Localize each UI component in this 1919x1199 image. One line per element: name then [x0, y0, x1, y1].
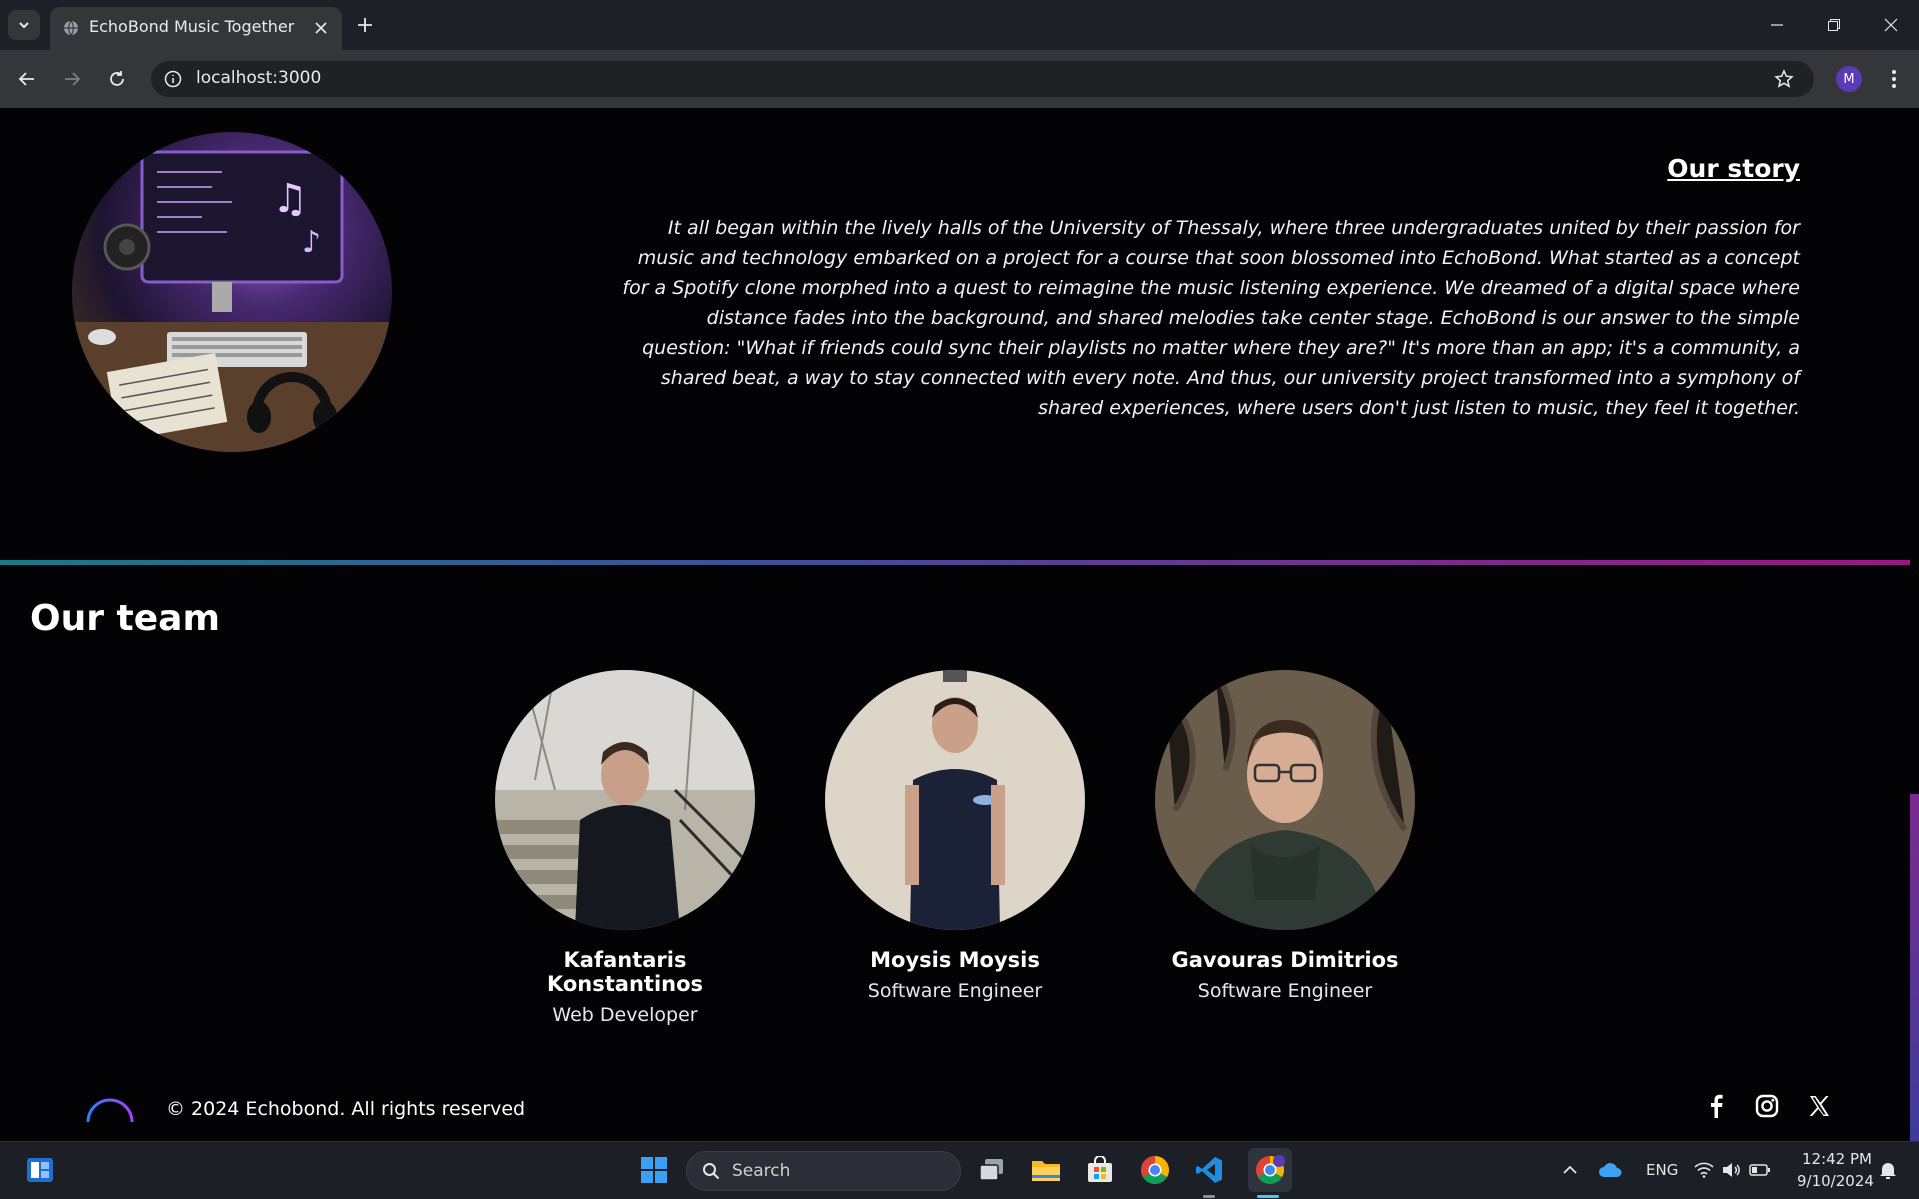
member-name: Moysis Moysis: [870, 948, 1040, 972]
chevron-up-icon[interactable]: [1555, 1152, 1585, 1188]
volume-icon[interactable]: [1718, 1152, 1744, 1188]
member-role: Software Engineer: [1197, 980, 1373, 1002]
browser-tab-bar: EchoBond Music Together: [0, 0, 1919, 50]
page-content: ♫ ♪ Our story It all began within the li…: [0, 108, 1919, 1141]
team-member-card: Gavouras Dimitrios Software Engineer: [1154, 670, 1416, 1002]
member-photo: [495, 670, 755, 930]
search-icon: [701, 1161, 721, 1181]
browser-menu-icon[interactable]: [1882, 64, 1906, 94]
address-bar[interactable]: localhost:3000: [151, 61, 1814, 97]
chrome-profile-icon[interactable]: [1248, 1148, 1292, 1192]
language-indicator[interactable]: ENG: [1646, 1161, 1678, 1179]
scrollbar-thumb[interactable]: [1910, 794, 1919, 1141]
profile-avatar[interactable]: M: [1836, 66, 1862, 92]
member-name: Gavouras Dimitrios: [1171, 948, 1399, 972]
running-indicator: [1203, 1195, 1215, 1198]
site-info-icon[interactable]: [163, 69, 183, 89]
minimize-icon[interactable]: [1762, 10, 1792, 40]
member-role: Web Developer: [552, 1004, 698, 1026]
member-name: Kafantaris Konstantinos: [546, 948, 704, 996]
member-photo: [1155, 670, 1415, 930]
close-tab-icon[interactable]: [312, 19, 330, 37]
reload-icon[interactable]: [102, 64, 132, 94]
battery-icon[interactable]: [1746, 1152, 1774, 1188]
restore-icon[interactable]: [1819, 10, 1849, 40]
story-title: Our story: [1667, 154, 1800, 183]
forward-icon[interactable]: [57, 64, 87, 94]
close-window-icon[interactable]: [1876, 10, 1906, 40]
clock-date[interactable]: 9/10/2024: [1797, 1172, 1874, 1190]
team-member-card: Moysis Moysis Software Engineer: [824, 670, 1086, 1002]
windows-taskbar: Search ENG 12:42 PM 9/10/2024: [0, 1141, 1919, 1199]
bookmark-star-icon[interactable]: [1773, 68, 1795, 90]
active-indicator: [1257, 1195, 1279, 1198]
url-text: localhost:3000: [196, 68, 322, 88]
microsoft-store-icon[interactable]: [1082, 1152, 1118, 1188]
footer: © 2024 Echobond. All rights reserved: [0, 1076, 1919, 1141]
story-image: ♫ ♪: [72, 132, 392, 452]
x-icon[interactable]: [1803, 1090, 1835, 1122]
team-title: Our team: [30, 598, 220, 639]
echobond-logo[interactable]: [80, 1086, 140, 1138]
task-view-icon[interactable]: [974, 1152, 1010, 1188]
start-icon[interactable]: [636, 1152, 672, 1188]
wifi-icon[interactable]: [1690, 1152, 1718, 1188]
tab-title: EchoBond Music Together: [89, 17, 295, 36]
vscode-icon[interactable]: [1191, 1152, 1227, 1188]
member-role: Software Engineer: [867, 980, 1043, 1002]
tab-search-icon[interactable]: [8, 10, 40, 40]
instagram-icon[interactable]: [1751, 1090, 1783, 1122]
search-label: Search: [732, 1161, 791, 1181]
onedrive-icon[interactable]: [1595, 1152, 1625, 1188]
taskbar-search[interactable]: Search: [686, 1151, 961, 1191]
team-member-card: Kafantaris Konstantinos Web Developer: [494, 670, 756, 1026]
clock-time[interactable]: 12:42 PM: [1802, 1150, 1872, 1168]
member-photo: [825, 670, 1085, 930]
facebook-icon[interactable]: [1700, 1090, 1732, 1122]
story-text: It all began within the lively halls of …: [622, 217, 1800, 419]
globe-icon: [62, 19, 80, 37]
file-explorer-icon[interactable]: [1028, 1152, 1064, 1188]
section-divider: [0, 560, 1910, 565]
svg-text:♪: ♪: [302, 225, 321, 260]
copyright-text: © 2024 Echobond. All rights reserved: [166, 1098, 526, 1120]
widgets-icon[interactable]: [22, 1152, 58, 1188]
svg-text:♫: ♫: [272, 176, 308, 222]
notification-icon[interactable]: [1874, 1152, 1902, 1188]
chrome-icon[interactable]: [1137, 1152, 1173, 1188]
browser-tab[interactable]: EchoBond Music Together: [50, 7, 342, 50]
new-tab-icon[interactable]: [352, 12, 378, 38]
back-icon[interactable]: [12, 64, 42, 94]
